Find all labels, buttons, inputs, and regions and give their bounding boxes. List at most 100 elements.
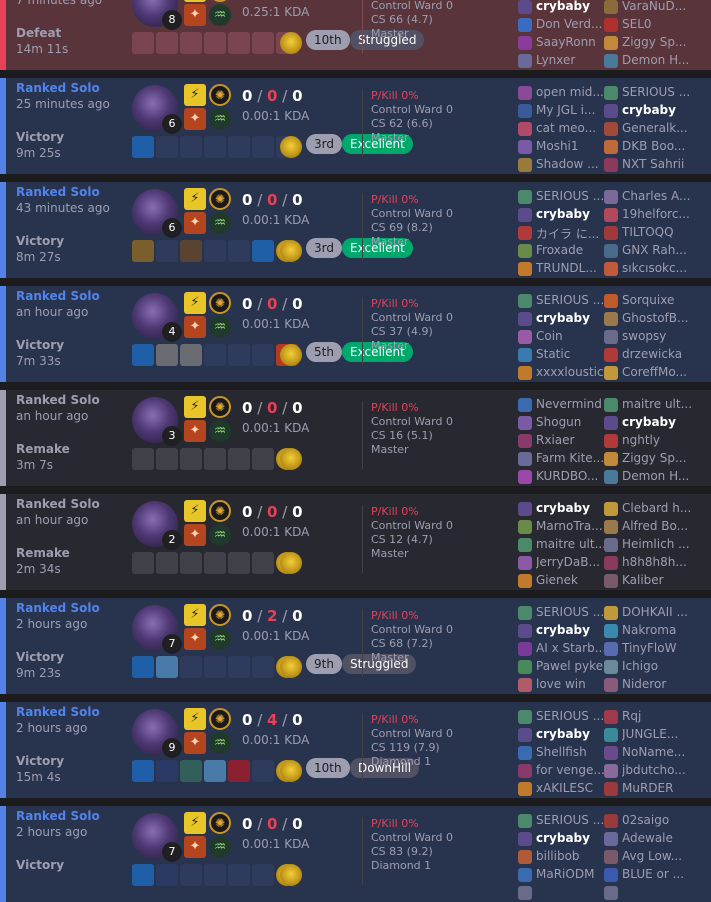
participant[interactable]: Ziggy Sp... [604, 450, 694, 468]
summoner-name[interactable]: Avg Low... [622, 849, 694, 863]
champion-avatar[interactable] [518, 642, 532, 656]
match-row[interactable]: Ranked Solo7 minutes agoDefeat14m 11s8⚡✦… [0, 0, 711, 70]
participant[interactable]: maitre ult... [518, 536, 608, 554]
champion-avatar[interactable] [604, 158, 618, 172]
participant[interactable]: SERIOUS ... [518, 604, 608, 622]
participant[interactable]: DOHKAII ... [604, 604, 694, 622]
item-icon[interactable] [156, 760, 178, 782]
summoner-name[interactable]: Ziggy Sp... [622, 451, 694, 465]
participant[interactable]: DKB Boo... [604, 138, 694, 156]
summoner-name[interactable]: Rqj [622, 709, 694, 723]
trinket-ward-icon[interactable] [280, 760, 302, 782]
participant[interactable]: MuRDER [604, 780, 694, 798]
champion-avatar[interactable] [518, 122, 532, 136]
summoner-name[interactable]: Coin [536, 329, 608, 343]
champion-avatar[interactable] [604, 782, 618, 796]
participant[interactable]: Rxiaer [518, 432, 608, 450]
champion-avatar[interactable] [518, 86, 532, 100]
item-icon[interactable] [180, 760, 202, 782]
item-icon[interactable] [132, 448, 154, 470]
trinket-ward-icon[interactable] [280, 136, 302, 158]
item-icon[interactable] [228, 32, 250, 54]
participant[interactable]: Ziggy Sp... [604, 34, 694, 52]
participant[interactable]: crybaby [518, 830, 608, 848]
trinket-ward-icon[interactable] [280, 240, 302, 262]
champion-avatar[interactable] [518, 208, 532, 222]
champion-avatar[interactable] [518, 0, 532, 14]
champion-avatar[interactable] [604, 434, 618, 448]
participant[interactable]: Rqj [604, 708, 694, 726]
summoner-name[interactable]: Shellfish [536, 745, 608, 759]
participant[interactable]: Demon H... [604, 468, 694, 486]
participant[interactable]: open mid... [518, 84, 608, 102]
champion-avatar[interactable] [604, 104, 618, 118]
summoner-name[interactable]: Nevermind [536, 397, 608, 411]
participant[interactable]: Avg Low... [604, 848, 694, 866]
champion-avatar[interactable] [518, 226, 532, 240]
match-row[interactable]: Ranked Solo 25 minutes ago Victory 9m 25s 6 ⚡… [0, 78, 711, 174]
participant[interactable]: NoName... [604, 744, 694, 762]
summoner-name[interactable]: Demon H... [622, 53, 694, 67]
item-icon[interactable] [228, 760, 250, 782]
champion-avatar[interactable] [518, 746, 532, 760]
participant[interactable]: Coin [518, 328, 608, 346]
summoner-name[interactable]: MarnoTra... [536, 519, 608, 533]
participant[interactable]: Don Verd... [518, 16, 608, 34]
champion-avatar[interactable] [518, 54, 532, 68]
trinket-ward-icon[interactable] [280, 864, 302, 886]
participant[interactable]: CoreffMo... [604, 364, 694, 382]
champion-avatar[interactable] [604, 678, 618, 692]
summoner-name[interactable]: 02saigo [622, 813, 694, 827]
match-row[interactable]: Ranked Solo 2 hours ago Victory 7 ⚡ ✦ ✺ ♒ 0 / 0 … [0, 806, 711, 902]
champion-avatar[interactable] [604, 520, 618, 534]
match-row[interactable]: Ranked Solo 2 hours ago Victory 15m 4s 9 ⚡ ✦ ✺ ♒… [0, 702, 711, 798]
summoner-name[interactable]: crybaby [536, 831, 608, 845]
champion-avatar[interactable] [518, 452, 532, 466]
participant[interactable]: cat meo... [518, 120, 608, 138]
champion-avatar[interactable] [518, 104, 532, 118]
participant[interactable]: SERIOUS ... [518, 708, 608, 726]
participant[interactable]: Nakroma [604, 622, 694, 640]
champion-avatar[interactable] [604, 262, 618, 276]
participant[interactable]: Sorquixe [604, 292, 694, 310]
item-icon[interactable] [180, 344, 202, 366]
summoner-name[interactable]: Lynxer [536, 53, 608, 67]
participant[interactable]: SEL0 [604, 16, 694, 34]
participant[interactable]: crybaby [604, 414, 694, 432]
participant[interactable]: love win [518, 676, 608, 694]
champion-avatar[interactable] [604, 294, 618, 308]
champion-avatar[interactable] [604, 470, 618, 484]
summoner-name[interactable]: crybaby [536, 501, 608, 515]
champion-avatar[interactable] [518, 366, 532, 380]
champion-avatar[interactable] [518, 312, 532, 326]
participant[interactable]: 02saigo [604, 812, 694, 830]
participant[interactable]: xxxxloustic [518, 364, 608, 382]
summoner-name[interactable]: Ziggy Sp... [622, 35, 694, 49]
summoner-name[interactable]: My JGL i... [536, 103, 608, 117]
participant[interactable]: SERIOUS ... [604, 84, 694, 102]
champion-avatar[interactable] [518, 348, 532, 362]
champion-avatar[interactable] [604, 122, 618, 136]
summoner-name[interactable]: JUNGLE... [622, 727, 694, 741]
champion-avatar[interactable] [604, 764, 618, 778]
champion-avatar[interactable] [518, 886, 532, 900]
match-row[interactable]: Ranked Solo an hour ago Remake 3m 7s 3 ⚡ ✦ ✺ ♒ 0 … [0, 390, 711, 486]
summoner-name[interactable]: Nideror [622, 677, 694, 691]
champion-avatar[interactable] [604, 416, 618, 430]
participant[interactable]: Generalk... [604, 120, 694, 138]
participant[interactable]: VaraNuD... [604, 0, 694, 16]
summoner-name[interactable]: billibob [536, 849, 608, 863]
participant[interactable]: Clebard h... [604, 500, 694, 518]
summoner-name[interactable]: Shogun [536, 415, 608, 429]
match-row[interactable]: Ranked Solo 43 minutes ago Victory 8m 27s 6 ⚡… [0, 182, 711, 278]
champion-avatar[interactable] [604, 556, 618, 570]
summoner-name[interactable]: SERIOUS ... [536, 605, 608, 619]
summoner-name[interactable]: カイラ に... [536, 225, 608, 242]
participant[interactable]: GNX Rah... [604, 242, 694, 260]
summoner-name[interactable]: SERIOUS ... [536, 813, 608, 827]
participant[interactable]: SaayRonn [518, 34, 608, 52]
champion-avatar[interactable] [518, 434, 532, 448]
summoner-name[interactable]: SERIOUS ... [536, 709, 608, 723]
participant[interactable]: Kaliber [604, 572, 694, 590]
participant[interactable]: JUNGLE... [604, 726, 694, 744]
